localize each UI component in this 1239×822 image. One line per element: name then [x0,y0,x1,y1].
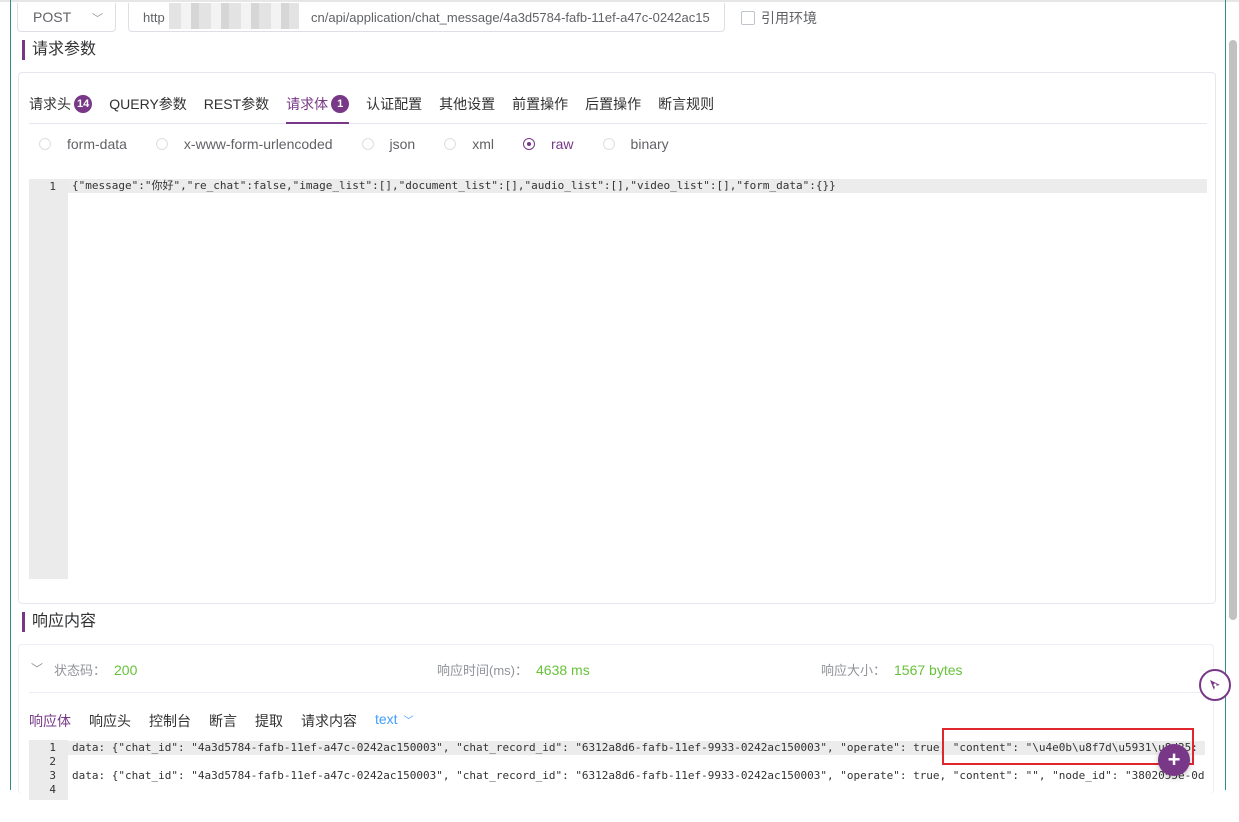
line-number: 1 [49,180,56,193]
radio-binary[interactable]: binary [602,136,669,152]
tab-label: 请求体 [286,96,329,112]
radio-label: json [389,136,416,152]
response-size: 响应大小： 1567 bytes [821,660,963,679]
tab-headers[interactable]: 请求头 14 [29,93,93,123]
env-checkbox[interactable]: 引用环境 [741,8,817,28]
tab-assertions[interactable]: 断言规则 [658,93,714,123]
response-format-select[interactable]: text ﹀ [375,711,414,731]
tab-label: 后置操作 [585,96,642,112]
radio-circle[interactable] [522,138,535,150]
tab-label: 认证配置 [366,96,423,112]
status-code-label: 状态码： [54,663,107,678]
radio-form-data[interactable]: form-data [39,136,127,152]
url-redacted-area [169,3,299,29]
method-value: POST [33,9,72,25]
radio-urlencoded[interactable]: x-www-form-urlencoded [155,136,333,152]
response-time-value: 4638 ms [536,662,590,678]
tab-label: 请求头 [29,96,71,112]
response-title: 响应内容 [22,612,96,632]
status-code-value: 200 [114,662,138,678]
radio-raw[interactable]: raw [522,136,574,152]
radio-circle[interactable] [602,138,615,150]
radio-label: raw [550,136,574,152]
tab-request-content[interactable]: 请求内容 [301,711,357,731]
response-size-value: 1567 bytes [894,662,963,678]
request-params-panel: 请求头 14 QUERY参数 REST参数 请求体 1 认证配置 其他设置 前置… [18,72,1216,604]
chevron-down-icon[interactable]: ﹀ [31,660,43,677]
response-status-row: ﹀ 状态码： 200 响应时间(ms)： 4638 ms 响应大小： 1567 byt… [29,658,1205,693]
editor-gutter: 1 2 3 4 [29,740,68,800]
tab-label: 其他设置 [439,96,496,112]
tab-badge: 14 [74,95,93,113]
tab-label: 断言规则 [658,96,715,112]
tab-post-script[interactable]: 后置操作 [585,93,641,123]
add-button[interactable]: + [1158,744,1190,776]
chevron-down-icon: ﹀ [403,716,414,727]
tab-query[interactable]: QUERY参数 [109,93,187,123]
response-time-label: 响应时间(ms)： [437,663,528,678]
chevron-down-icon: ﹀ [92,13,103,25]
request-tabs: 请求头 14 QUERY参数 REST参数 请求体 1 认证配置 其他设置 前置… [29,93,1207,124]
tab-response-body[interactable]: 响应体 [29,711,71,731]
radio-circle[interactable] [155,138,168,150]
tab-label: 前置操作 [512,96,569,112]
editor-line[interactable]: {"message":"你好","re_chat":false,"image_l… [68,179,1207,193]
tab-console[interactable]: 控制台 [149,711,191,731]
editor-gutter: 1 [29,179,68,579]
compass-button[interactable] [1199,669,1231,701]
method-select[interactable]: POST ﹀ [17,3,116,32]
url-input[interactable]: http cn/api/application/chat_message/4a3… [128,3,725,32]
tab-other-settings[interactable]: 其他设置 [439,93,495,123]
env-label: 引用环境 [761,10,817,26]
radio-label: form-data [67,136,127,152]
radio-circle[interactable] [361,138,374,150]
tab-rest[interactable]: REST参数 [204,93,269,123]
plus-icon: + [1167,747,1181,772]
tab-auth[interactable]: 认证配置 [366,93,422,123]
radio-label: xml [472,136,494,152]
response-time: 响应时间(ms)： 4638 ms [437,660,590,679]
tab-extract[interactable]: 提取 [255,711,283,731]
body-editor[interactable]: 1 {"message":"你好","re_chat":false,"image… [29,179,1207,579]
tab-badge: 1 [331,95,350,113]
radio-circle[interactable] [444,138,457,150]
response-tabs: 响应体 响应头 控制台 断言 提取 请求内容 text ﹀ [29,711,414,731]
right-frame-line [1225,0,1226,790]
radio-label: binary [630,136,669,152]
tab-label: QUERY参数 [109,96,187,112]
tab-response-headers[interactable]: 响应头 [89,711,131,731]
radio-json[interactable]: json [361,136,416,152]
tab-assert[interactable]: 断言 [209,711,237,731]
tab-label: REST参数 [203,96,270,112]
page-scrollbar[interactable] [1229,40,1237,620]
response-line[interactable]: data: {"chat_id": "4a3d5784-fafb-11ef-a4… [72,769,1205,783]
line-number: 4 [49,783,56,796]
checkbox-box[interactable] [741,11,755,25]
response-size-label: 响应大小： [821,663,887,678]
url-prefix: http [143,10,165,25]
response-format-value: text [375,711,398,727]
left-frame-line [10,0,11,790]
line-number: 2 [49,755,56,768]
top-border [0,0,1239,2]
line-number: 3 [49,769,56,782]
annotation-highlight-box [942,728,1194,765]
line-number: 1 [49,741,56,754]
request-params-title: 请求参数 [22,40,96,60]
body-type-radios: form-data x-www-form-urlencoded json xml… [39,136,698,152]
response-panel: ﹀ 状态码： 200 响应时间(ms)： 4638 ms 响应大小： 1567 byt… [18,644,1214,800]
radio-label: x-www-form-urlencoded [183,136,333,152]
url-suffix: cn/api/application/chat_message/4a3d5784… [311,10,710,25]
tab-pre-script[interactable]: 前置操作 [512,93,568,123]
compass-icon [1210,680,1220,690]
status-code: 状态码： 200 [54,660,137,679]
radio-xml[interactable]: xml [444,136,494,152]
radio-circle[interactable] [39,138,51,150]
tab-body[interactable]: 请求体 1 [286,93,350,124]
